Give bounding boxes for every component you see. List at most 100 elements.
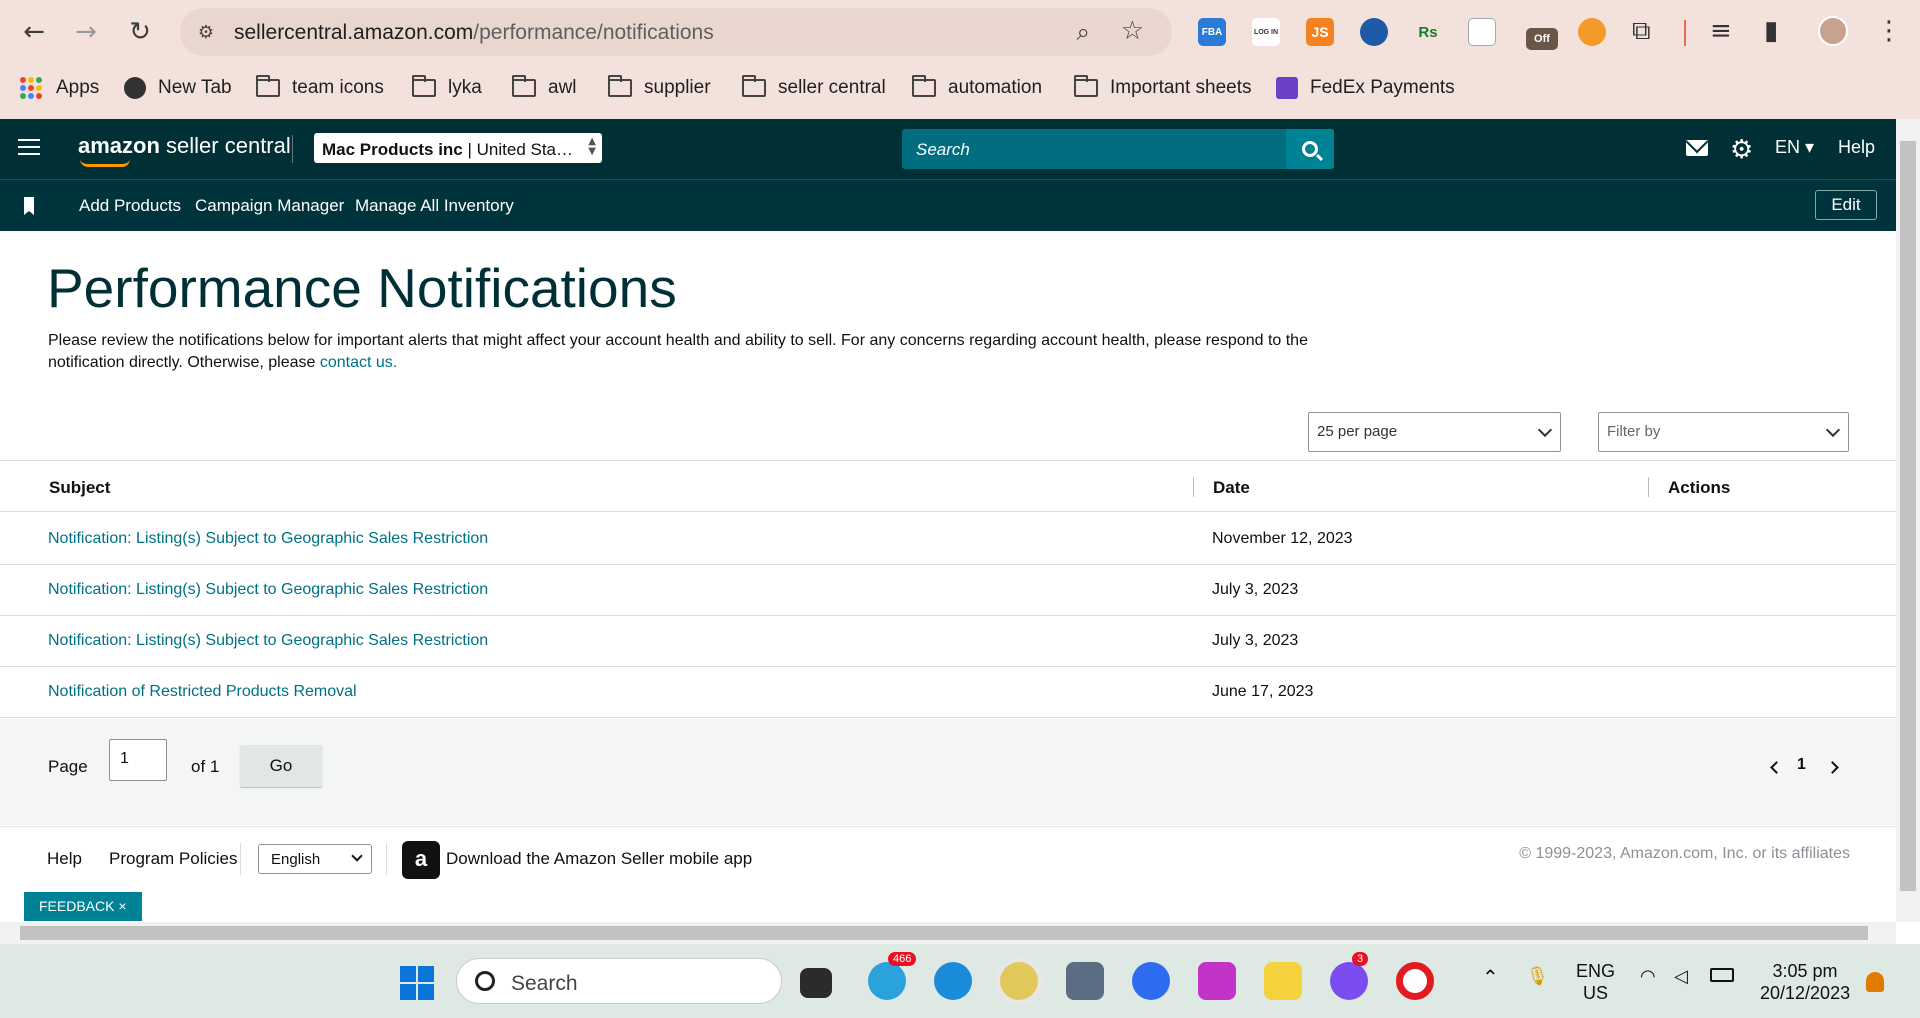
bookmark-team-icons[interactable]: team icons [256,70,384,106]
js-extension-icon[interactable]: JS [1306,18,1334,46]
off-extension-icon[interactable]: Off [1526,28,1558,50]
bookmark-apps[interactable]: Apps [20,70,99,106]
intro-text: Please review the notifications below fo… [48,332,1308,371]
filter-select[interactable]: Filter by [1598,412,1849,452]
address-bar[interactable]: ⚙ sellercentral.amazon.com/performance/n… [180,8,1172,56]
url-text: sellercentral.amazon.com/performance/not… [234,21,714,44]
notification-link[interactable]: Notification: Listing(s) Subject to Geog… [48,581,488,599]
notification-link[interactable]: Notification: Listing(s) Subject to Geog… [48,530,488,548]
battery-icon[interactable] [1710,968,1734,982]
bookmark-automation[interactable]: automation [912,70,1042,106]
scrollbar-thumb[interactable] [20,926,1868,940]
folder-icon [412,75,436,97]
settings-gear-icon[interactable]: ⚙ [1730,135,1753,165]
bookmark-star-icon[interactable]: ☆ [1121,16,1144,46]
chevron-right-icon[interactable] [1826,761,1839,774]
header-divider [292,135,293,163]
notification-date: November 12, 2023 [1212,530,1353,547]
windows-start-icon[interactable] [400,966,434,1000]
site-settings-icon[interactable]: ⚙ [194,20,218,44]
search-button[interactable] [1286,129,1334,169]
vertical-scrollbar[interactable] [1896,119,1920,922]
chevron-up-icon[interactable]: ⌃ [1482,966,1499,988]
table-row: Notification: Listing(s) Subject to Geog… [0,615,1896,667]
volume-icon[interactable]: ◁ [1674,966,1688,988]
toolbar-divider [1684,20,1686,46]
clover-extension-icon[interactable] [1360,18,1388,46]
search-input[interactable]: Search [916,140,970,160]
task-view-icon[interactable] [800,968,832,998]
messenger-icon[interactable] [1330,962,1368,1000]
sticky-notes-icon[interactable] [1264,962,1302,1000]
chevron-left-icon[interactable] [1770,761,1783,774]
edge-icon[interactable] [934,962,972,1000]
bookmark-lyka[interactable]: lyka [412,70,482,106]
horizontal-scrollbar[interactable] [0,922,1896,944]
bookmark-fedex-payments[interactable]: FedEx Payments [1276,70,1455,106]
taskbar-search[interactable]: Search [456,958,782,1004]
footer-help-link[interactable]: Help [47,849,82,869]
help-link[interactable]: Help [1838,137,1875,158]
bookmark-supplier[interactable]: supplier [608,70,711,106]
bookmark-icon[interactable] [24,197,34,215]
clock[interactable]: 3:05 pm 20/12/2023 [1760,960,1850,1004]
bookmark-new-tab[interactable]: New Tab [124,70,232,106]
scrollbar-thumb[interactable] [1900,141,1916,891]
table-header: Subject Date Actions [0,461,1896,512]
opera-icon[interactable] [1396,962,1434,1000]
nav-campaign-manager[interactable]: Campaign Manager [195,196,344,216]
nav-manage-all-inventory[interactable]: Manage All Inventory [355,196,514,216]
mail-icon[interactable] [1686,140,1708,156]
go-button[interactable]: Go [240,745,322,787]
profile-avatar[interactable] [1818,16,1848,46]
current-page-number[interactable]: 1 [1797,756,1806,774]
hamburger-menu-icon[interactable] [18,139,40,157]
page-number-input[interactable]: 1 [109,739,167,781]
zoom-icon[interactable] [1132,962,1170,1000]
extensions-puzzle-icon[interactable]: ⧉ [1632,16,1651,47]
calculator-icon[interactable] [1066,962,1104,1000]
zoom-icon[interactable]: ⌕ [1077,18,1090,46]
microphone-icon[interactable]: 🎙 [1526,966,1549,988]
orange-extension-icon[interactable] [1578,18,1606,46]
media-queue-icon[interactable]: ≡ [1710,16,1732,46]
wps-icon[interactable] [1198,962,1236,1000]
edit-nav-button[interactable]: Edit [1815,190,1877,220]
notification-bell-icon[interactable] [1866,972,1884,992]
chrome-icon[interactable] [1000,962,1038,1000]
notification-link[interactable]: Notification of Restricted Products Remo… [48,683,357,701]
telegram-icon[interactable] [868,962,906,1000]
account-switcher[interactable]: Mac Products inc | United Sta… ▲ ▼ [314,133,602,163]
feedback-button[interactable]: FEEDBACK × [24,892,142,921]
windows-taskbar: Search 466 3 ⌃ 🎙 ENG US ◠ ◁ 3:05 pm 20/12/… [0,944,1920,1018]
back-arrow-icon[interactable]: ← [16,14,52,50]
capture-extension-icon[interactable] [1468,18,1496,46]
per-page-select[interactable]: 25 per page [1308,412,1561,452]
wifi-icon[interactable]: ◠ [1640,966,1656,988]
download-app-link[interactable]: Download the Amazon Seller mobile app [446,849,752,869]
bookmark-awl[interactable]: awl [512,70,577,106]
language-selector[interactable]: EN ▾ [1775,137,1814,158]
search-box[interactable]: Search [902,129,1334,169]
bookmark-seller-central[interactable]: seller central [742,70,886,106]
amazon-app-icon[interactable]: a [402,841,440,879]
seller-central-logo[interactable]: amazon seller central [78,133,291,167]
input-language-indicator[interactable]: ENG US [1576,960,1615,1004]
chrome-menu-icon[interactable]: ⋮ [1876,16,1902,46]
browser-chrome: ← → ↻ ⚙ sellercentral.amazon.com/perform… [0,0,1920,119]
nav-add-products[interactable]: Add Products [79,196,181,216]
bookmark-important-sheets[interactable]: Important sheets [1074,70,1252,106]
footer-language-select[interactable]: English [258,844,372,874]
login-extension-icon[interactable]: LOG IN [1252,18,1280,46]
column-divider [1648,477,1649,497]
pagination-bar: Page 1 of 1 Go 1 [0,719,1896,825]
reload-icon[interactable]: ↻ [122,14,158,50]
program-policies-link[interactable]: Program Policies [109,849,238,869]
rs-extension-icon[interactable]: Rs [1414,18,1442,46]
side-panel-icon[interactable]: ▮ [1764,16,1778,46]
fba-extension-icon[interactable]: FBA [1198,18,1226,46]
contact-us-link[interactable]: contact us. [320,354,397,371]
notification-link[interactable]: Notification: Listing(s) Subject to Geog… [48,632,488,650]
forward-arrow-icon[interactable]: → [68,14,104,50]
date-column-header[interactable]: Date [1213,478,1250,498]
